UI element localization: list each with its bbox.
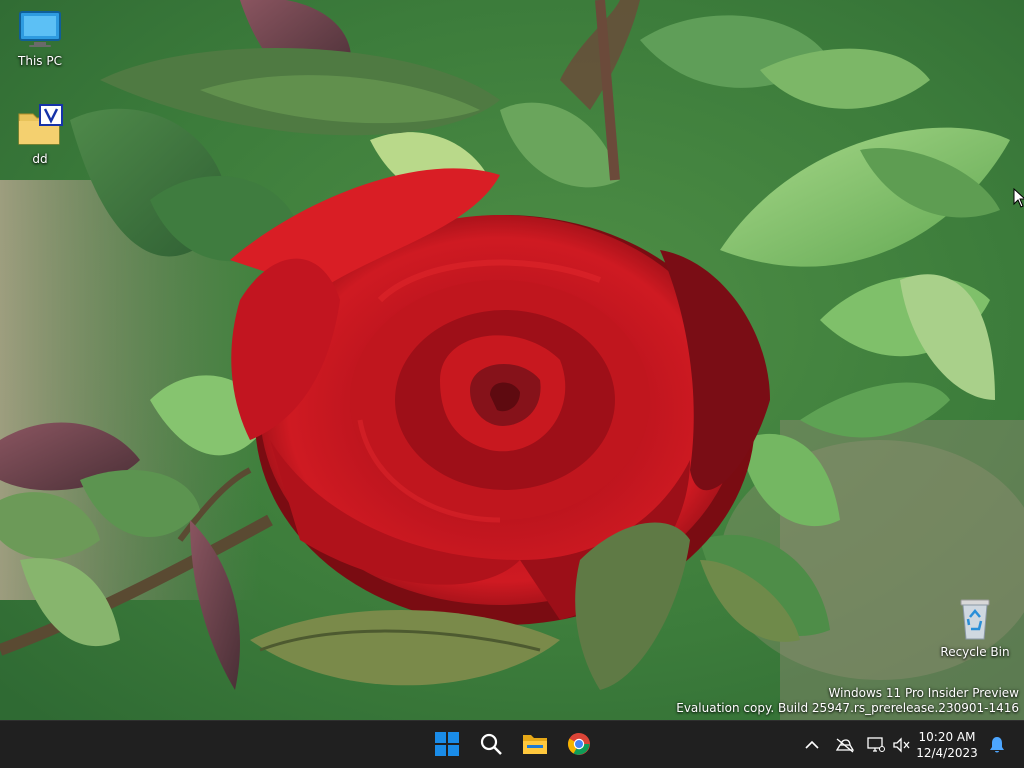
watermark-edition: Windows 11 Pro Insider Preview — [828, 686, 1019, 700]
monitor-icon — [19, 11, 61, 47]
taskbar: 10:20 AM 12/4/2023 — [0, 720, 1024, 768]
notification-center-button[interactable] — [985, 733, 1009, 757]
windows-start-icon — [435, 732, 459, 756]
chrome-icon — [568, 733, 590, 755]
show-hidden-icons-button[interactable] — [800, 733, 824, 757]
taskbar-clock[interactable]: 10:20 AM 12/4/2023 — [914, 729, 980, 761]
search-icon — [480, 733, 502, 755]
chevron-up-icon — [805, 740, 819, 749]
desktop-wallpaper — [0, 0, 1024, 720]
desktop-icon-this-pc[interactable]: This PC — [2, 10, 78, 68]
clock-time: 10:20 AM — [918, 730, 976, 744]
display-tray-button[interactable] — [864, 733, 888, 757]
clock-date: 12/4/2023 — [916, 746, 978, 760]
desktop-icon-label: This PC — [18, 54, 62, 68]
folder-shortcut-icon — [18, 104, 63, 145]
volume-muted-icon — [893, 737, 910, 753]
desktop-icon-dd[interactable]: dd — [2, 104, 78, 166]
display-icon — [867, 737, 885, 752]
file-explorer-icon — [523, 735, 547, 754]
file-explorer-button[interactable] — [515, 724, 555, 764]
volume-tray-button[interactable] — [890, 733, 914, 757]
search-button[interactable] — [471, 724, 511, 764]
desktop-icon-label: dd — [32, 152, 48, 166]
notification-bell-icon — [990, 737, 1004, 753]
desktop-icon-label: Recycle Bin — [940, 645, 1010, 659]
windows-watermark: Windows 11 Pro Insider Preview Evaluatio… — [676, 686, 1019, 716]
mouse-pointer-icon — [1013, 188, 1024, 208]
watermark-build: Evaluation copy. Build 25947.rs_prerelea… — [676, 701, 1019, 715]
start-button[interactable] — [427, 724, 467, 764]
desktop-icon-recycle-bin[interactable]: Recycle Bin — [937, 597, 1013, 659]
chrome-button[interactable] — [559, 724, 599, 764]
recycle-bin-icon — [960, 599, 990, 640]
network-tray-button[interactable] — [833, 733, 857, 757]
network-off-icon — [835, 738, 855, 753]
